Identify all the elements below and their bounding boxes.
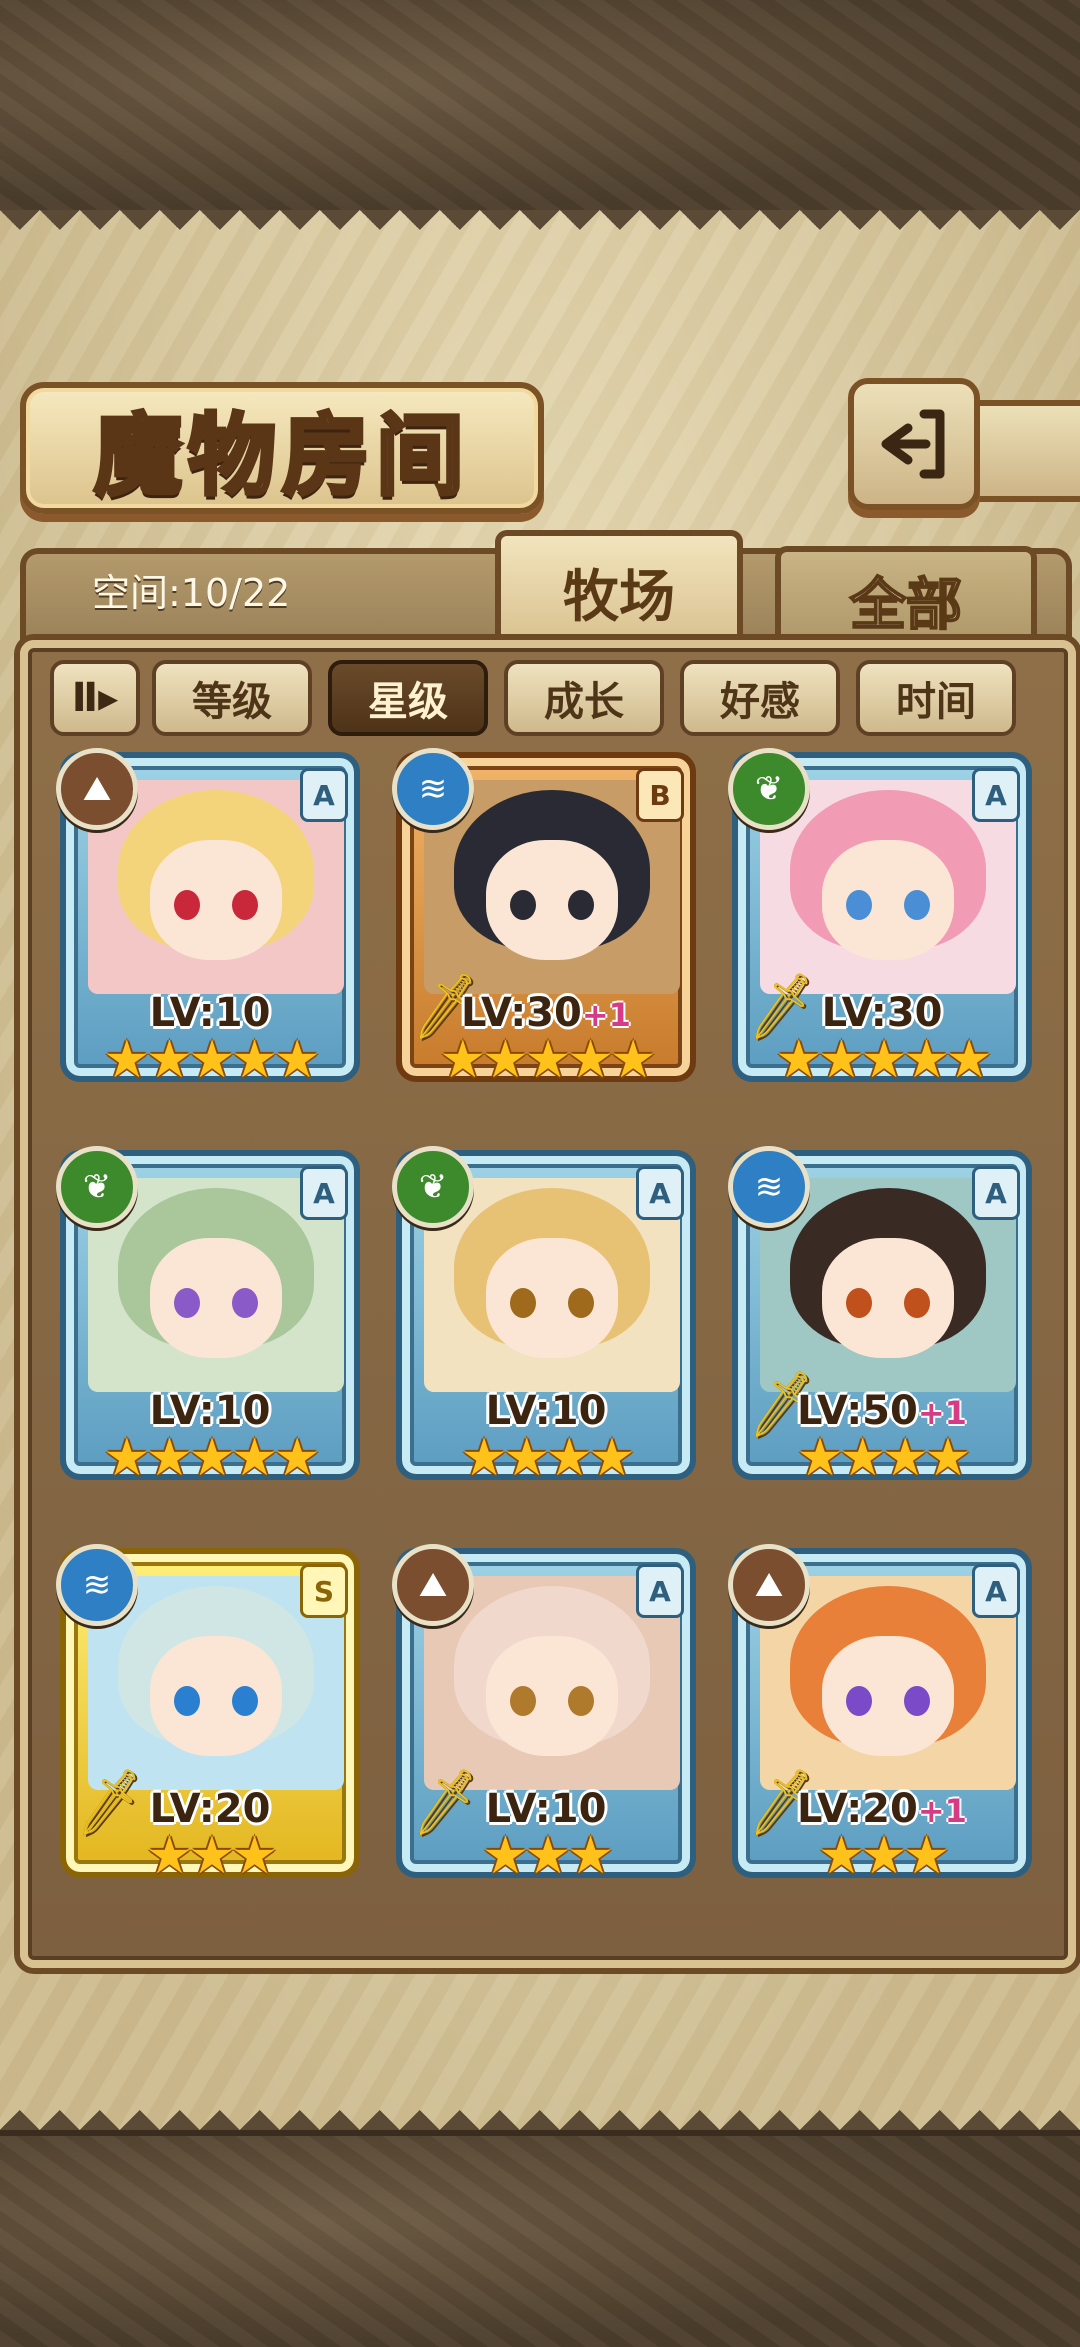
water-element-icon: ≋ [728,1146,810,1228]
filter-level[interactable]: 等级 [152,660,312,736]
title-plate: 魔物房间 [20,382,544,514]
back-arrow-icon [881,409,945,479]
back-button-tail [968,400,1080,502]
wood-element-icon: ❦ [728,748,810,830]
monster-card[interactable]: ❦ A LV:10 ★★★★★ [56,1146,360,1484]
filter-star[interactable]: 星级 [328,660,488,736]
rank-badge: S [300,1564,348,1618]
monster-card[interactable]: ❦ A LV:10 ★★★★ [392,1146,696,1484]
rank-badge: A [300,1166,348,1220]
star-rating: ★★★★★ [439,1030,656,1090]
level-plus: +1 [917,1792,967,1830]
rank-badge: A [972,768,1020,822]
level-plus: +1 [581,996,631,1034]
rank-badge: A [972,1166,1020,1220]
monster-card[interactable]: ⛰ A 🗡 LV:10 ★★★ [392,1544,696,1882]
star-rating: ★★★★ [796,1428,971,1488]
bottom-map-band [0,2130,1080,2347]
tab-all[interactable]: 全部 [775,546,1037,648]
wood-element-icon: ❦ [392,1146,474,1228]
earth-element-icon: ⛰ [392,1544,474,1626]
space-capacity: 空间:10/22 [92,571,291,615]
star-rating: ★★★★★ [103,1030,320,1090]
filter-time[interactable]: 时间 [856,660,1016,736]
sort-order-icon: Ⅱ▸ [71,675,119,721]
rank-badge: A [636,1166,684,1220]
star-rating: ★★★ [818,1826,950,1886]
star-rating: ★★★ [146,1826,278,1886]
rank-badge: A [636,1564,684,1618]
monster-card[interactable]: ≋ B 🗡 LV:30+1 ★★★★★ [392,748,696,1086]
earth-element-icon: ⛰ [728,1544,810,1626]
wood-element-icon: ❦ [56,1146,138,1228]
monster-card[interactable]: ⛰ A LV:10 ★★★★★ [56,748,360,1086]
monster-card[interactable]: ❦ A 🗡 LV:30 ★★★★★ [728,748,1032,1086]
page-title: 魔物房间 [92,401,470,509]
level-plus: +1 [917,1394,967,1432]
filter-growth[interactable]: 成长 [504,660,664,736]
rank-badge: B [636,768,684,822]
star-rating: ★★★★★ [103,1428,320,1488]
top-map-band [0,0,1080,216]
monster-card[interactable]: ⛰ A 🗡 LV:20+1 ★★★ [728,1544,1032,1882]
earth-element-icon: ⛰ [56,748,138,830]
rank-badge: A [300,768,348,822]
filter-affection[interactable]: 好感 [680,660,840,736]
tab-ranch[interactable]: 牧场 [495,530,743,648]
water-element-icon: ≋ [392,748,474,830]
monster-card[interactable]: ≋ A 🗡 LV:50+1 ★★★★ [728,1146,1032,1484]
star-rating: ★★★★★ [775,1030,992,1090]
star-rating: ★★★★ [460,1428,635,1488]
sort-order-button[interactable]: Ⅱ▸ [50,660,140,736]
back-button[interactable] [848,378,980,510]
water-element-icon: ≋ [56,1544,138,1626]
monster-card[interactable]: ≋ S 🗡 LV:20 ★★★ [56,1544,360,1882]
star-rating: ★★★ [482,1826,614,1886]
rank-badge: A [972,1564,1020,1618]
zigzag-edge-top [0,210,1080,250]
zigzag-edge-bottom [0,2090,1080,2130]
